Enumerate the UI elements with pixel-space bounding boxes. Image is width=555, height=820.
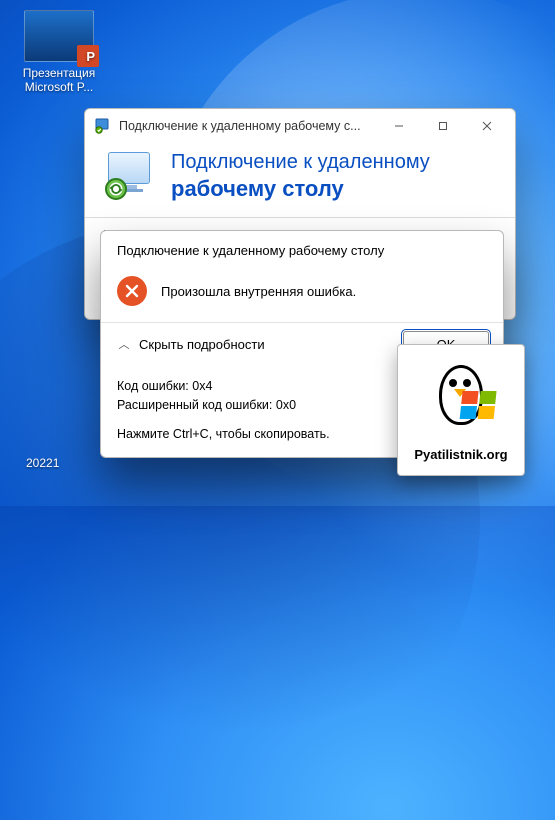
watermark-text: Pyatilistnik.org	[414, 447, 507, 462]
penguin-windows-icon	[419, 359, 503, 443]
error-message: Произошла внутренняя ошибка.	[161, 284, 356, 299]
pptx-badge: P	[86, 49, 95, 64]
error-icon	[117, 276, 147, 306]
error-dialog-title: Подключение к удаленному рабочему столу	[101, 231, 503, 266]
powerpoint-thumbnail-icon: P	[24, 10, 94, 62]
rdp-app-icon	[95, 118, 111, 134]
banner-line2: рабочему столу	[171, 175, 430, 203]
rdp-banner: Подключение к удаленному рабочему столу	[85, 143, 515, 218]
toggle-details-link[interactable]: Скрыть подробности	[139, 337, 403, 352]
desktop-icon-label: Презентация Microsoft P...	[16, 66, 102, 94]
taskbar-date-fragment: 20221	[26, 456, 59, 470]
close-button[interactable]	[465, 111, 509, 141]
maximize-button[interactable]	[421, 111, 465, 141]
chevron-up-icon[interactable]: ︿	[115, 336, 133, 352]
watermark-logo: Pyatilistnik.org	[397, 344, 525, 476]
banner-line1: Подключение к удаленному	[171, 150, 430, 175]
desktop-icon-powerpoint[interactable]: P Презентация Microsoft P...	[16, 10, 102, 94]
window-title: Подключение к удаленному рабочему с...	[119, 119, 377, 133]
minimize-button[interactable]	[377, 111, 421, 141]
rdp-banner-icon	[103, 149, 157, 203]
titlebar[interactable]: Подключение к удаленному рабочему с...	[85, 109, 515, 143]
